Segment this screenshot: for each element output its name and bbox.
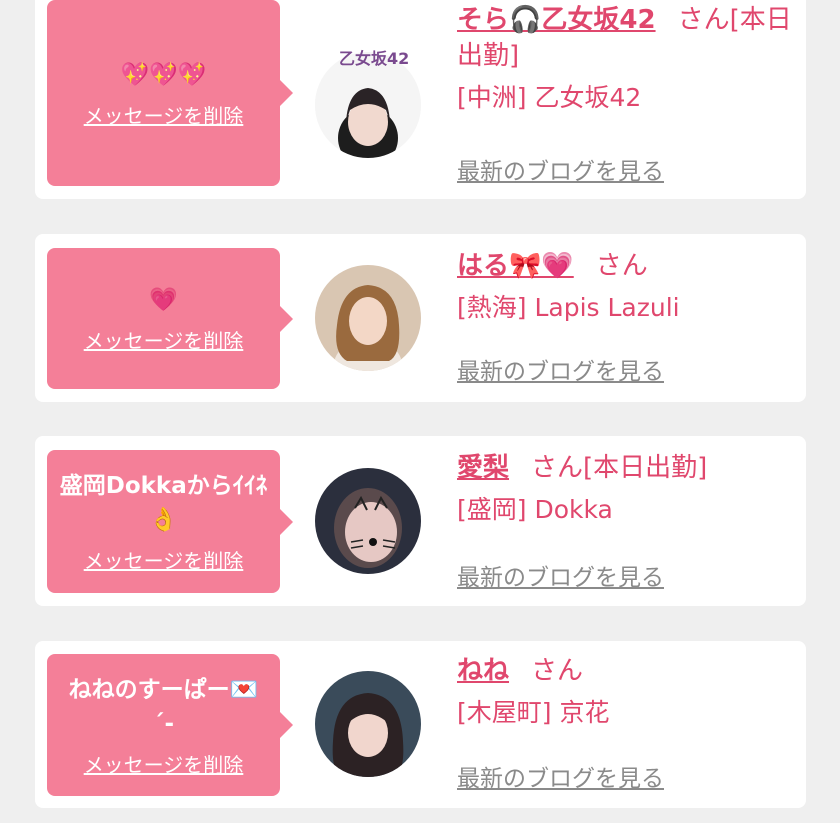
cast-name-link[interactable]: そら🎧乙女坂42 — [457, 5, 656, 35]
latest-blog-link[interactable]: 最新のブログを見る — [457, 352, 664, 386]
delete-message-link[interactable]: メッセージを削除 — [84, 749, 244, 778]
latest-blog-link[interactable]: 最新のブログを見る — [457, 152, 664, 186]
shop-label: [熱海] Lapis Lazuli — [457, 293, 680, 322]
delete-message-link[interactable]: メッセージを削除 — [84, 325, 244, 354]
message-bubble: ねねのすーぱー💌 ´- メッセージを削除 — [47, 654, 293, 796]
message-bubble: 💖💖💖 メッセージを削除 — [47, 0, 293, 186]
cast-name-link[interactable]: 愛梨 — [457, 453, 509, 483]
shop-label: [木屋町] 京花 — [457, 698, 610, 727]
message-card: 💖💖💖 メッセージを削除 乙女坂42 そら🎧乙女坂42 さん[本日出勤] [中洲]… — [35, 0, 806, 199]
avatar[interactable] — [315, 671, 421, 777]
honorific: さん[本日出勤] — [531, 453, 708, 483]
message-text: 💗 — [149, 287, 178, 313]
latest-blog-link[interactable]: 最新のブログを見る — [457, 558, 664, 592]
shop-label: [盛岡] Dokka — [457, 495, 613, 524]
cast-info: はる🎀💗 さん [熱海] Lapis Lazuli — [457, 248, 797, 326]
cast-info: ねね さん [木屋町] 京花 — [457, 653, 797, 731]
honorific: さん — [595, 251, 648, 281]
message-bubble: 💗 メッセージを削除 — [47, 248, 293, 389]
message-text: 盛岡Dokkaからｲｲﾈ👌 — [59, 473, 268, 533]
avatar[interactable] — [315, 468, 421, 574]
avatar[interactable] — [315, 265, 421, 371]
message-card: ねねのすーぱー💌 ´- メッセージを削除 ねね さん [木屋町] 京花 最新のブロ… — [35, 641, 806, 808]
delete-message-link[interactable]: メッセージを削除 — [84, 100, 244, 129]
delete-message-link[interactable]: メッセージを削除 — [84, 545, 244, 574]
shop-label: [中洲] 乙女坂42 — [457, 83, 642, 112]
honorific: さん — [531, 656, 584, 686]
cast-name-link[interactable]: はる🎀💗 — [457, 251, 574, 281]
message-card: 盛岡Dokkaからｲｲﾈ👌 メッセージを削除 愛梨 さん[本日出勤] [盛岡] D… — [35, 436, 806, 606]
message-text: ねねのすーぱー💌 ´- — [68, 676, 259, 737]
cast-info: そら🎧乙女坂42 さん[本日出勤] [中洲] 乙女坂42 — [457, 2, 797, 116]
message-card: 💗 メッセージを削除 はる🎀💗 さん [熱海] Lapis Lazuli 最新のブ… — [35, 234, 806, 402]
message-bubble: 盛岡Dokkaからｲｲﾈ👌 メッセージを削除 — [47, 450, 293, 593]
cast-name-link[interactable]: ねね — [457, 656, 509, 686]
message-text: 💖💖💖 — [120, 61, 207, 88]
cast-info: 愛梨 さん[本日出勤] [盛岡] Dokka — [457, 450, 797, 528]
brand-logo: 乙女坂42 — [339, 49, 410, 68]
latest-blog-link[interactable]: 最新のブログを見る — [457, 759, 664, 793]
